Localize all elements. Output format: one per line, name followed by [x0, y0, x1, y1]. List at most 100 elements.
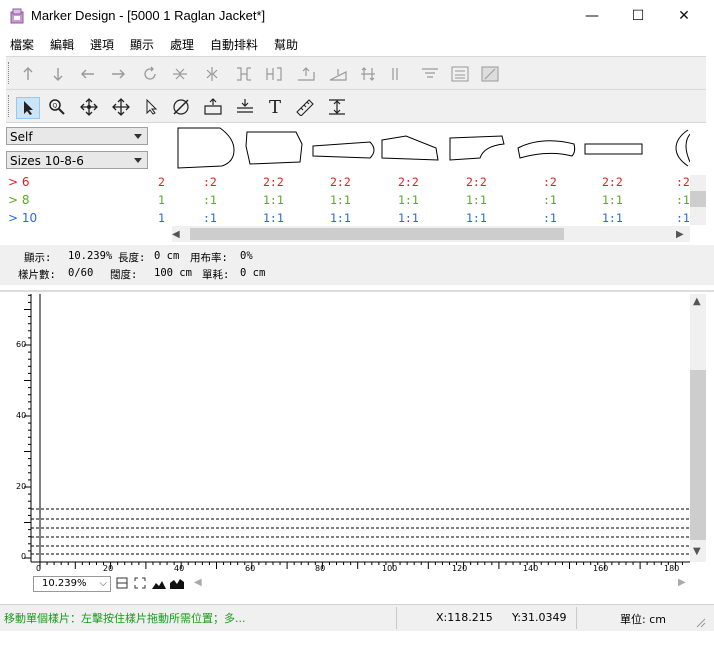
flip-horizontal-icon[interactable]: [202, 64, 222, 84]
size-grid-cell[interactable]: 2:2: [466, 175, 487, 189]
move-down-icon[interactable]: [48, 64, 68, 84]
menu-edit[interactable]: 編輯: [50, 36, 74, 53]
minimize-button[interactable]: —: [569, 0, 615, 32]
sizes-select[interactable]: Sizes 10-8-6: [6, 151, 148, 169]
size-grid-cell[interactable]: :2: [543, 175, 557, 189]
menu-view[interactable]: 顯示: [130, 36, 154, 53]
rotate-icon[interactable]: [140, 64, 160, 84]
size-grid-cell[interactable]: :1: [203, 211, 217, 225]
piece-thumb-3[interactable]: [312, 141, 375, 159]
scroll-thumb[interactable]: [190, 228, 564, 240]
size-grid-cell[interactable]: 2:2: [330, 175, 351, 189]
zoom-icon[interactable]: Q: [46, 97, 68, 117]
size-grid-hscroll[interactable]: ◀ ▶: [172, 226, 690, 242]
align-top-icon[interactable]: [420, 64, 440, 84]
size-grid-cell[interactable]: 1:1: [263, 211, 284, 225]
resize-grip-icon[interactable]: [696, 617, 706, 631]
bundle-icon[interactable]: [234, 97, 256, 117]
align-center-icon[interactable]: [450, 64, 470, 84]
size-grid-cell[interactable]: :1: [203, 193, 217, 207]
toolbar-grip[interactable]: [8, 95, 11, 117]
size-grid-cell[interactable]: 2:2: [602, 175, 623, 189]
text-icon[interactable]: T: [264, 97, 286, 118]
fit-height-icon[interactable]: [326, 97, 348, 117]
join-left-icon[interactable]: [264, 64, 284, 84]
menu-auto-nest[interactable]: 自動排料: [210, 36, 258, 53]
fabric-select[interactable]: Self: [6, 127, 148, 145]
spread-vertical-icon[interactable]: [358, 64, 378, 84]
menu-options[interactable]: 選項: [90, 36, 114, 53]
size-grid-cell[interactable]: 2: [158, 175, 165, 189]
piece-thumb-4[interactable]: [381, 135, 439, 161]
fit-width-icon[interactable]: [116, 577, 128, 592]
select-arrow-icon[interactable]: [16, 97, 40, 119]
size-grid-cell[interactable]: :1: [543, 193, 557, 207]
title-bar: Marker Design - [5000 1 Raglan Jacket*] …: [0, 0, 714, 33]
view-fill-icon[interactable]: [170, 578, 184, 592]
x-ruler-label: 40: [174, 564, 185, 573]
zoom-combo[interactable]: 10.239% ⌵: [33, 576, 111, 592]
move-up-icon[interactable]: [18, 64, 38, 84]
size-grid-cell[interactable]: 1:1: [602, 193, 623, 207]
size-grid-cell[interactable]: 1:1: [330, 211, 351, 225]
size-grid-cell[interactable]: 1:1: [466, 193, 487, 207]
size-grid-vscroll[interactable]: [690, 175, 706, 225]
size-grid-cell[interactable]: 1: [158, 211, 165, 225]
size-grid-cell[interactable]: 1:1: [466, 211, 487, 225]
piece-thumb-7[interactable]: [584, 143, 643, 155]
move-left-icon[interactable]: [78, 64, 98, 84]
size-grid-cell[interactable]: 1: [158, 193, 165, 207]
tilt-down-icon[interactable]: [328, 64, 348, 84]
size-row-label[interactable]: > 8: [8, 193, 30, 207]
piece-info-icon[interactable]: [202, 97, 224, 117]
pointer-icon[interactable]: [140, 97, 162, 117]
size-grid-cell[interactable]: 2:2: [263, 175, 284, 189]
ruler-icon[interactable]: [294, 97, 316, 117]
menu-help[interactable]: 幫助: [274, 36, 298, 53]
close-button[interactable]: ✕: [661, 0, 707, 32]
scroll-down-icon[interactable]: ▼: [693, 546, 701, 557]
flip-vertical-icon[interactable]: [170, 64, 190, 84]
fit-all-icon[interactable]: [134, 577, 146, 592]
size-grid-cell[interactable]: :1: [676, 193, 690, 207]
piece-thumb-6[interactable]: [517, 140, 576, 159]
move-cross-icon[interactable]: [110, 97, 132, 117]
piece-thumb-2[interactable]: [245, 131, 303, 165]
select-all-icon[interactable]: [480, 64, 500, 84]
size-grid-cell[interactable]: 2:2: [398, 175, 419, 189]
pan-icon[interactable]: [78, 97, 100, 117]
piece-thumb-8[interactable]: [675, 129, 690, 167]
piece-thumb-1[interactable]: [177, 127, 235, 169]
scroll-thumb[interactable]: [690, 370, 706, 540]
size-grid-cell[interactable]: 1:1: [398, 193, 419, 207]
menu-process[interactable]: 處理: [170, 36, 194, 53]
size-grid-cell[interactable]: 1:1: [398, 211, 419, 225]
scroll-up-icon[interactable]: ▲: [693, 296, 701, 307]
scroll-right-icon[interactable]: ▶: [678, 577, 686, 588]
size-grid-cell[interactable]: :2: [676, 175, 690, 189]
align-bar-icon[interactable]: [386, 64, 406, 84]
measure-icon[interactable]: [170, 97, 192, 117]
size-grid-cell[interactable]: 1:1: [330, 193, 351, 207]
scroll-thumb[interactable]: [690, 191, 706, 207]
menu-file[interactable]: 檔案: [10, 36, 34, 53]
size-row-label[interactable]: > 6: [8, 175, 30, 189]
scroll-left-icon[interactable]: ◀: [194, 577, 202, 588]
size-grid-cell[interactable]: :2: [203, 175, 217, 189]
piece-thumb-5[interactable]: [449, 135, 505, 161]
size-grid-cell[interactable]: :1: [543, 211, 557, 225]
tilt-up-icon[interactable]: [296, 64, 316, 84]
marker-canvas[interactable]: 60 40 20 0 0 20 40 60 80 100 120 140 160…: [0, 290, 714, 604]
size-grid-cell[interactable]: :1: [676, 211, 690, 225]
scroll-right-icon[interactable]: ▶: [676, 229, 684, 240]
canvas-vscroll[interactable]: ▲ ▼: [690, 294, 706, 562]
join-right-icon[interactable]: [234, 64, 254, 84]
scroll-left-icon[interactable]: ◀: [172, 229, 180, 240]
toolbar-grip[interactable]: [8, 62, 11, 84]
size-grid-cell[interactable]: 1:1: [602, 211, 623, 225]
size-grid-cell[interactable]: 1:1: [263, 193, 284, 207]
move-right-icon[interactable]: [108, 64, 128, 84]
view-pieces-icon[interactable]: [152, 578, 166, 592]
maximize-button[interactable]: ☐: [615, 0, 661, 32]
size-row-label[interactable]: > 10: [8, 211, 37, 225]
